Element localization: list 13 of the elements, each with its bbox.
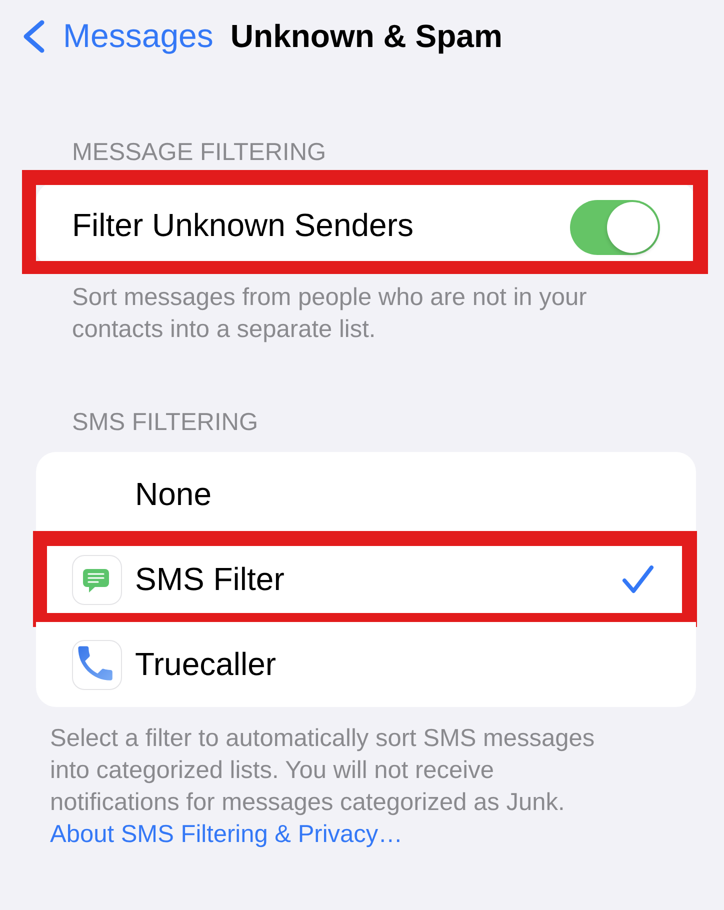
setting-label: Filter Unknown Senders <box>72 206 414 245</box>
filter-option[interactable]: Truecaller <box>36 622 696 707</box>
section-footer: Sort messages from people who are not in your contacts into a separate list. <box>0 282 672 346</box>
section-footer: Select a filter to automatically sort SMS messages into categorized lists. You will not receive notifications for messages categorized as Junk. <box>0 723 620 819</box>
section-header: SMS FILTERING <box>71 408 260 438</box>
message-bubble-icon <box>72 554 122 604</box>
back-button[interactable]: Messages <box>22 16 214 56</box>
toggle-switch[interactable] <box>570 200 660 254</box>
phone-icon <box>72 640 122 690</box>
chevron-left-icon <box>22 20 45 52</box>
section-header: MESSAGE FILTERING <box>71 138 328 168</box>
screen-title: Unknown & Spam <box>230 17 502 56</box>
privacy-link[interactable]: About SMS Filtering & Privacy… <box>50 821 403 848</box>
